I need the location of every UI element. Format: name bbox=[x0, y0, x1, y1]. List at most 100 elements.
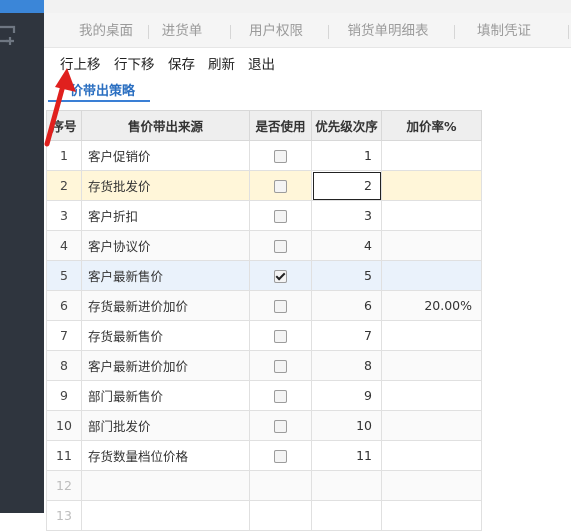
price-source-cell[interactable]: 存货批发价 bbox=[81, 170, 250, 201]
markup-rate-cell[interactable] bbox=[381, 260, 482, 291]
price-source-cell[interactable]: 存货数量档位价格 bbox=[81, 440, 250, 471]
row-number-cell: 10 bbox=[46, 410, 82, 441]
table-row[interactable]: 5 客户最新售价 5 bbox=[46, 260, 482, 291]
price-source-cell[interactable]: 客户协议价 bbox=[81, 230, 250, 261]
use-checkbox-cell[interactable] bbox=[249, 380, 312, 411]
checkbox-icon[interactable] bbox=[274, 420, 287, 433]
refresh-button[interactable]: 刷新 bbox=[208, 53, 235, 73]
price-source-cell[interactable]: 存货最新售价 bbox=[81, 320, 250, 351]
priority-cell[interactable]: 1 bbox=[311, 140, 382, 171]
row-number-cell: 11 bbox=[46, 440, 82, 471]
tab-bar: 我的桌面 进货单 用户权限 销货单明细表 填制凭证 bbox=[44, 13, 571, 48]
tab-purchase-order[interactable]: 进货单 bbox=[152, 13, 212, 47]
row-number-cell: 3 bbox=[46, 200, 82, 231]
use-checkbox-cell[interactable] bbox=[249, 440, 312, 471]
exit-button[interactable]: 退出 bbox=[248, 53, 275, 73]
price-source-cell[interactable]: 客户最新售价 bbox=[81, 260, 250, 291]
table-row[interactable]: 2 存货批发价 2 bbox=[46, 170, 482, 201]
table-row[interactable]: 3 客户折扣 3 bbox=[46, 200, 482, 231]
column-header-source[interactable]: 售价带出来源 bbox=[81, 110, 250, 141]
tab-my-desktop[interactable]: 我的桌面 bbox=[70, 13, 142, 47]
markup-rate-cell[interactable] bbox=[381, 140, 482, 171]
price-source-cell[interactable] bbox=[81, 500, 250, 531]
table-row[interactable]: 9 部门最新售价 9 bbox=[46, 380, 482, 411]
checkbox-icon[interactable] bbox=[274, 240, 287, 253]
markup-rate-cell[interactable]: 20.00% bbox=[381, 290, 482, 321]
tab-separator bbox=[568, 25, 569, 39]
price-source-cell[interactable]: 客户促销价 bbox=[81, 140, 250, 171]
priority-cell[interactable]: 7 bbox=[311, 320, 382, 351]
priority-cell[interactable]: 2 bbox=[311, 170, 382, 201]
checkbox-icon[interactable] bbox=[274, 300, 287, 313]
priority-cell[interactable]: 4 bbox=[311, 230, 382, 261]
use-checkbox-cell[interactable] bbox=[249, 320, 312, 351]
column-header-rate[interactable]: 加价率% bbox=[381, 110, 482, 141]
add-window-icon[interactable] bbox=[0, 23, 18, 49]
pricing-source-grid: 序号 售价带出来源 是否使用 优先级次序 加价率% 1 客户促销价 1 2 存货批发价 2… bbox=[46, 110, 482, 531]
use-checkbox-cell[interactable] bbox=[249, 410, 312, 441]
price-source-cell[interactable]: 存货最新进价加价 bbox=[81, 290, 250, 321]
checkbox-icon[interactable] bbox=[274, 150, 287, 163]
priority-cell[interactable] bbox=[311, 500, 382, 531]
save-button[interactable]: 保存 bbox=[168, 53, 195, 73]
tab-separator bbox=[230, 25, 231, 39]
markup-rate-cell[interactable] bbox=[381, 440, 482, 471]
row-number-cell: 13 bbox=[46, 500, 82, 531]
row-number-cell: 4 bbox=[46, 230, 82, 261]
use-checkbox-cell[interactable] bbox=[249, 500, 312, 531]
price-source-cell[interactable]: 部门批发价 bbox=[81, 410, 250, 441]
table-row[interactable]: 4 客户协议价 4 bbox=[46, 230, 482, 261]
checkbox-icon[interactable] bbox=[274, 330, 287, 343]
markup-rate-cell[interactable] bbox=[381, 470, 482, 501]
move-row-down-button[interactable]: 行下移 bbox=[114, 53, 155, 73]
markup-rate-cell[interactable] bbox=[381, 410, 482, 441]
markup-rate-cell[interactable] bbox=[381, 200, 482, 231]
use-checkbox-cell[interactable] bbox=[249, 470, 312, 501]
markup-rate-cell[interactable] bbox=[381, 500, 482, 531]
table-row[interactable]: 13 bbox=[46, 500, 482, 531]
tab-user-permissions[interactable]: 用户权限 bbox=[240, 13, 312, 47]
priority-cell[interactable]: 11 bbox=[311, 440, 382, 471]
checkbox-icon[interactable] bbox=[274, 390, 287, 403]
checkbox-icon[interactable] bbox=[274, 450, 287, 463]
priority-cell[interactable]: 3 bbox=[311, 200, 382, 231]
table-row[interactable]: 7 存货最新售价 7 bbox=[46, 320, 482, 351]
markup-rate-cell[interactable] bbox=[381, 320, 482, 351]
priority-cell[interactable]: 5 bbox=[311, 260, 382, 291]
checkbox-icon[interactable] bbox=[274, 180, 287, 193]
column-header-priority[interactable]: 优先级次序 bbox=[311, 110, 382, 141]
priority-cell[interactable]: 8 bbox=[311, 350, 382, 381]
priority-cell[interactable]: 6 bbox=[311, 290, 382, 321]
price-source-cell[interactable]: 客户折扣 bbox=[81, 200, 250, 231]
price-source-cell[interactable] bbox=[81, 470, 250, 501]
use-checkbox-cell[interactable] bbox=[249, 350, 312, 381]
price-source-cell[interactable]: 客户最新进价加价 bbox=[81, 350, 250, 381]
use-checkbox-cell[interactable] bbox=[249, 260, 312, 291]
checkbox-icon[interactable] bbox=[274, 360, 287, 373]
table-row[interactable]: 10 部门批发价 10 bbox=[46, 410, 482, 441]
markup-rate-cell[interactable] bbox=[381, 230, 482, 261]
use-checkbox-cell[interactable] bbox=[249, 290, 312, 321]
table-row[interactable]: 6 存货最新进价加价 6 20.00% bbox=[46, 290, 482, 321]
priority-cell[interactable] bbox=[311, 470, 382, 501]
table-row[interactable]: 8 客户最新进价加价 8 bbox=[46, 350, 482, 381]
use-checkbox-cell[interactable] bbox=[249, 200, 312, 231]
use-checkbox-cell[interactable] bbox=[249, 230, 312, 261]
tab-separator bbox=[328, 25, 329, 39]
table-row[interactable]: 12 bbox=[46, 470, 482, 501]
column-header-use[interactable]: 是否使用 bbox=[249, 110, 312, 141]
table-row[interactable]: 11 存货数量档位价格 11 bbox=[46, 440, 482, 471]
priority-cell[interactable]: 10 bbox=[311, 410, 382, 441]
tab-voucher[interactable]: 填制凭证 bbox=[468, 13, 540, 47]
markup-rate-cell[interactable] bbox=[381, 350, 482, 381]
price-source-cell[interactable]: 部门最新售价 bbox=[81, 380, 250, 411]
priority-cell[interactable]: 9 bbox=[311, 380, 382, 411]
checkbox-icon[interactable] bbox=[274, 270, 287, 283]
checkbox-icon[interactable] bbox=[274, 210, 287, 223]
table-row[interactable]: 1 客户促销价 1 bbox=[46, 140, 482, 171]
use-checkbox-cell[interactable] bbox=[249, 170, 312, 201]
tab-sales-detail[interactable]: 销货单明细表 bbox=[340, 13, 436, 47]
markup-rate-cell[interactable] bbox=[381, 380, 482, 411]
markup-rate-cell[interactable] bbox=[381, 170, 482, 201]
use-checkbox-cell[interactable] bbox=[249, 140, 312, 171]
